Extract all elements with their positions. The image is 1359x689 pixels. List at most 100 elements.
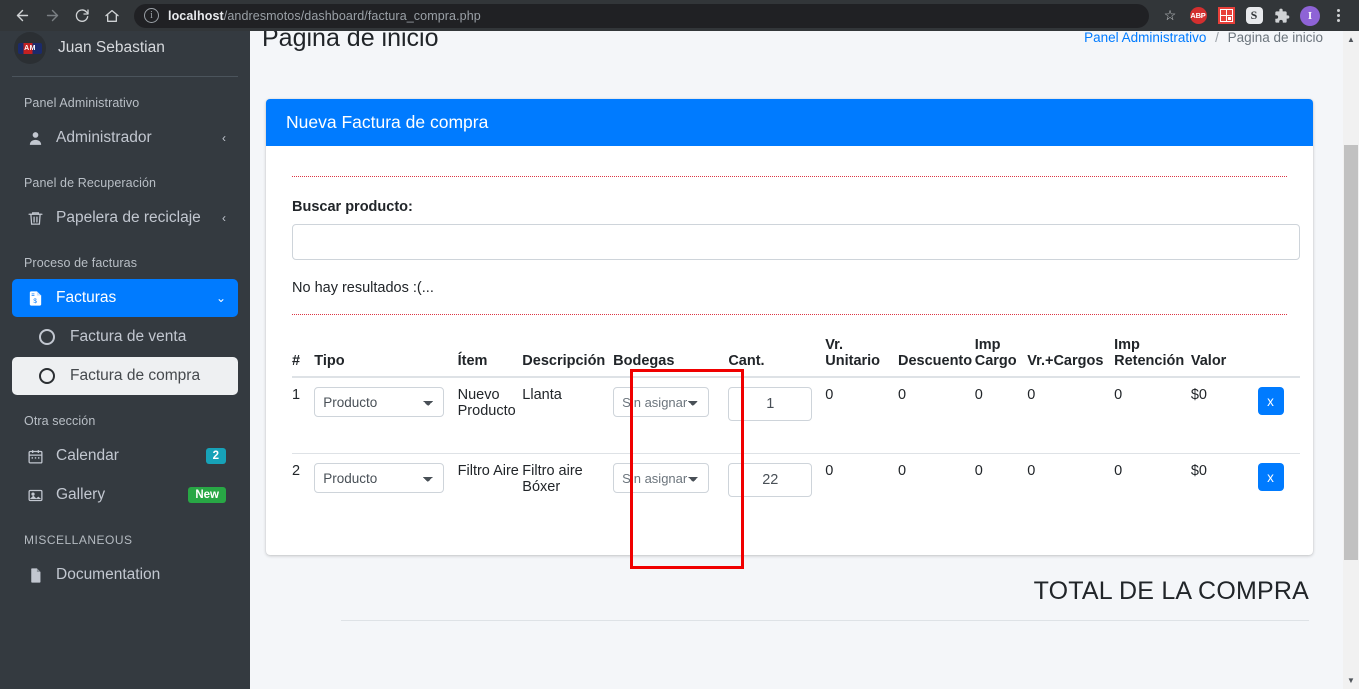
total-divider [341, 620, 1309, 621]
scroll-up-icon[interactable]: ▲ [1343, 31, 1359, 48]
cell-item: Filtro Aire [457, 453, 523, 529]
sidebar-header-recuperacion: Panel de Recuperación [24, 176, 157, 190]
th-num: # [292, 337, 315, 378]
sidebar-item-factura-de-venta[interactable]: Factura de venta [12, 318, 238, 356]
address-bar[interactable]: i localhost/andresmotos/dashboard/factur… [134, 3, 1149, 28]
delete-row-button[interactable]: x [1257, 463, 1284, 491]
user-admin-icon [24, 130, 46, 147]
bookmark-star-icon[interactable]: ☆ [1157, 3, 1183, 29]
bodega-select[interactable]: Sin asignar [613, 387, 710, 417]
page-title: Pagina de inicio [262, 31, 439, 52]
cell-actions: x [1257, 377, 1300, 454]
sidebar-item-label: Papelera de reciclaje [56, 209, 201, 226]
th-imp-retencion: Imp Retención [1114, 337, 1191, 378]
th-cantidad: Cant. [728, 337, 826, 378]
sidebar-header-facturas: Proceso de facturas [24, 256, 138, 270]
cell-vr-unitario: 0 [825, 453, 898, 529]
cell-valor: $0 [1190, 387, 1207, 403]
cell-imp-cargo: 0 [974, 453, 1028, 529]
cell-imp-retencion: 0 [1114, 387, 1123, 403]
chevron-left-icon: ‹ [222, 211, 226, 225]
sidebar-item-label: Gallery [56, 486, 106, 503]
search-product-input[interactable] [292, 224, 1300, 260]
cell-vr-unitario: 0 [825, 387, 834, 403]
table-body: 1 Producto Nuevo Producto Llanta Sin asi [292, 377, 1300, 529]
sidebar-item-label: Facturas [56, 289, 117, 306]
bodega-select[interactable]: Sin asignar [613, 463, 710, 493]
divider-bottom [292, 314, 1287, 315]
breadcrumb-current: Pagina de inicio [1227, 31, 1323, 45]
th-descuento: Descuento [897, 337, 975, 378]
cell-imp-cargo: 0 [974, 387, 983, 403]
sidebar-item-facturas[interactable]: $ Facturas ⌄ [12, 279, 238, 317]
grammarly-extension-icon[interactable]: S [1241, 3, 1267, 29]
sidebar-item-label: Factura de compra [70, 367, 201, 384]
sidebar-item-documentation[interactable]: Documentation [12, 556, 238, 594]
trash-icon [24, 210, 46, 227]
th-imp-cargo: Imp Cargo [974, 337, 1028, 378]
th-actions [1257, 337, 1300, 378]
sidebar-item-factura-de-compra[interactable]: Factura de compra [12, 357, 238, 395]
cell-bodega: Sin asignar [613, 377, 728, 454]
sidebar-user-name: Juan Sebastian [58, 39, 165, 56]
sidebar-item-label: Factura de venta [70, 328, 187, 345]
sidebar-badge-calendar: 2 [205, 448, 226, 464]
extensions-puzzle-icon[interactable] [1269, 3, 1295, 29]
no-results-text: No hay resultados :(... [292, 280, 434, 296]
cell-cantidad [728, 377, 825, 454]
circle-icon [36, 368, 58, 384]
site-info-icon[interactable]: i [144, 8, 159, 23]
scrollbar-thumb[interactable] [1344, 145, 1358, 560]
card-header: Nueva Factura de compra [266, 99, 1313, 146]
cell-cantidad [728, 453, 826, 529]
avatar: AM [14, 32, 46, 64]
page-scrollbar[interactable]: ▲ ▼ [1343, 31, 1359, 689]
breadcrumb-link-panel[interactable]: Panel Administrativo [1084, 31, 1206, 45]
cell-imp-retencion: 0 [1114, 453, 1191, 529]
tipo-select[interactable]: Producto [314, 463, 445, 493]
delete-row-button[interactable]: x [1257, 387, 1284, 415]
total-title: TOTAL DE LA COMPRA [1033, 577, 1309, 605]
reload-icon[interactable] [68, 2, 96, 30]
cell-tipo: Producto [314, 453, 458, 529]
cell-actions: x [1257, 453, 1300, 529]
table-row: 2 Producto Filtro Aire Filtro aire Bóxer [292, 453, 1300, 529]
card-body: Buscar producto: No hay resultados :(...… [266, 146, 1313, 555]
cell-descuento: 0 [897, 453, 975, 529]
cantidad-input[interactable] [728, 387, 813, 421]
qr-code-extension-icon[interactable] [1213, 3, 1239, 29]
cantidad-input[interactable] [728, 463, 813, 497]
sidebar-item-administrador[interactable]: Administrador ‹ [12, 119, 238, 157]
cell-bodega: Sin asignar [613, 453, 729, 529]
sidebar-user[interactable]: AM Juan Sebastian [0, 31, 250, 65]
divider-top [292, 176, 1287, 177]
sidebar-item-calendar[interactable]: Calendar 2 [12, 437, 238, 475]
home-icon[interactable] [98, 2, 126, 30]
cell-tipo: Producto [314, 377, 457, 454]
sidebar-header-admin: Panel Administrativo [24, 96, 140, 110]
cell-num: 2 [292, 453, 315, 529]
total-section: TOTAL DE LA COMPRA [266, 577, 1313, 621]
sidebar-item-gallery[interactable]: Gallery New [12, 476, 238, 514]
sidebar-item-label: Calendar [56, 447, 119, 464]
th-vr-cargos: Vr.+Cargos [1027, 337, 1115, 378]
url-host: localhost [168, 8, 224, 23]
sidebar-item-papelera[interactable]: Papelera de reciclaje ‹ [12, 199, 238, 237]
cell-valor: $0 [1190, 453, 1258, 529]
cell-num: 1 [292, 387, 301, 403]
sidebar-header-miscellaneous: MISCELLANEOUS [24, 533, 133, 547]
profile-avatar-icon[interactable]: I [1297, 3, 1323, 29]
adblock-plus-extension-icon[interactable]: ABP [1185, 3, 1211, 29]
browser-toolbar: i localhost/andresmotos/dashboard/factur… [0, 0, 1359, 31]
forward-arrow-icon[interactable] [38, 2, 66, 30]
address-bar-url: localhost/andresmotos/dashboard/factura_… [168, 9, 481, 23]
tipo-select[interactable]: Producto [314, 387, 445, 417]
sidebar: AM Juan Sebastian Panel Administrativo A… [0, 31, 250, 689]
sidebar-header-otra-seccion: Otra sección [24, 414, 96, 428]
back-arrow-icon[interactable] [8, 2, 36, 30]
calendar-icon [24, 448, 46, 465]
sidebar-item-label: Documentation [56, 566, 161, 583]
scroll-down-icon[interactable]: ▼ [1343, 672, 1359, 689]
cell-descripcion: Filtro aire Bóxer [522, 453, 614, 529]
chrome-menu-icon[interactable] [1325, 3, 1351, 29]
